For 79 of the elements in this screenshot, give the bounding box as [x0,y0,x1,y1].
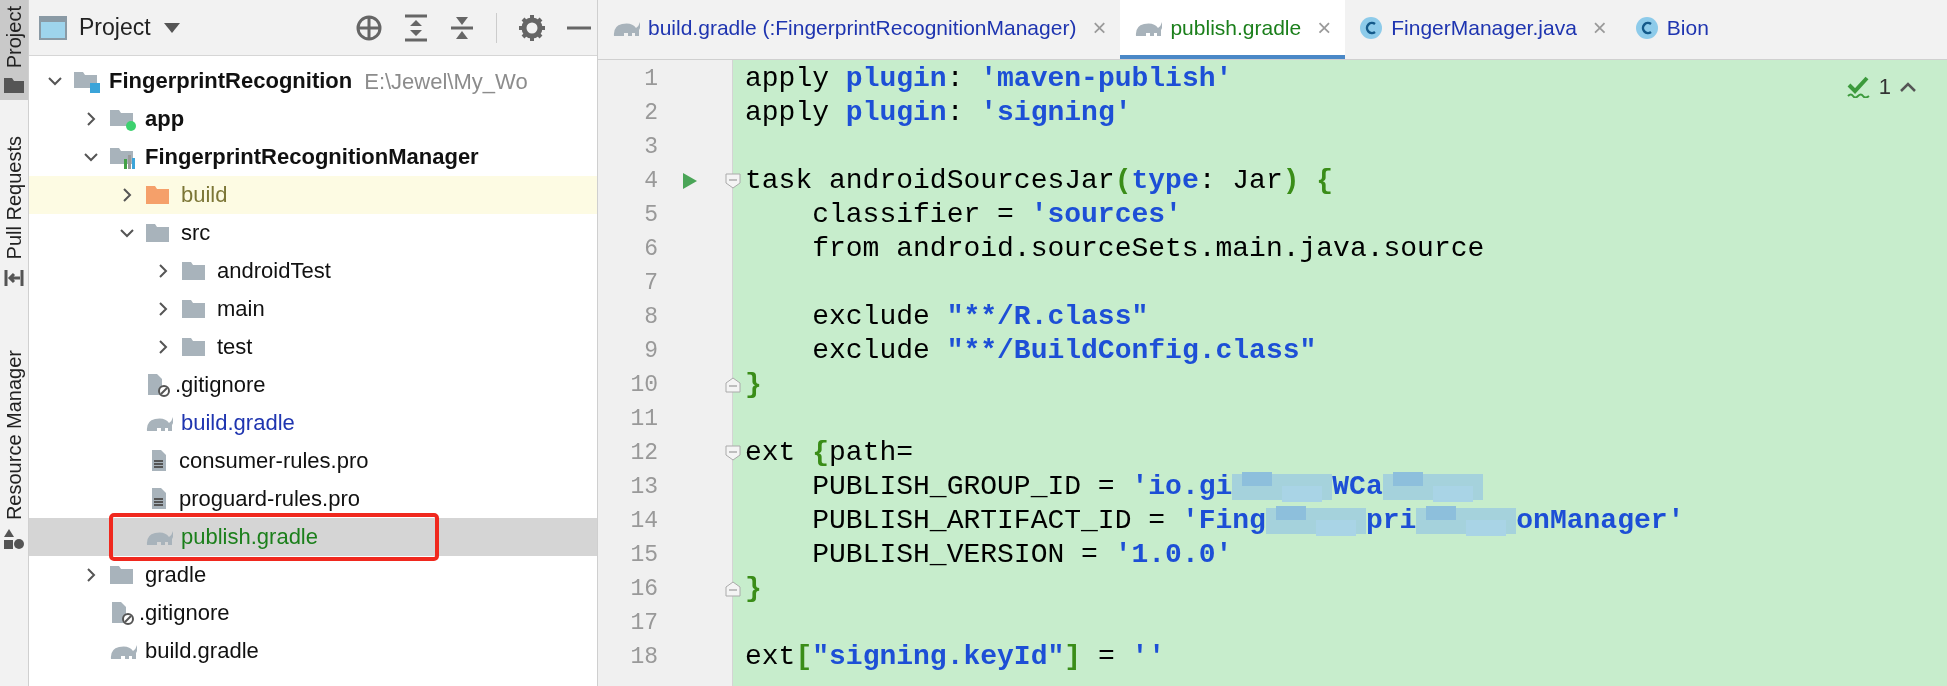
editor-tab[interactable]: publish.gradle × [1120,0,1346,59]
project-path: E:\Jewel\My_Wo [364,67,528,96]
tree-item[interactable]: FingerprintRecognition E:\Jewel\My_Wo [29,62,597,100]
line-number: 4 [643,166,658,196]
ignored-file-icon [111,601,135,625]
text-file-icon [151,487,167,511]
tree-item[interactable]: FingerprintRecognitionManager [29,138,597,176]
code-line: exclude "**/R.class" [811,300,1149,334]
line-number: 1 [643,64,658,94]
check-icon[interactable] [1846,75,1871,98]
line-number: 9 [643,336,658,366]
editor-tab[interactable]: FingerManager.java × [1345,0,1621,59]
shapes-icon [3,527,25,550]
fold-marker-icon[interactable] [725,581,741,597]
pull-request-icon [3,267,25,288]
line-number: 2 [643,98,658,128]
fold-marker-icon[interactable] [725,445,741,461]
line-number: 14 [629,506,658,536]
line-number: 13 [629,472,658,502]
line-number: 11 [629,404,658,434]
locate-icon[interactable] [356,14,382,41]
tree-item[interactable]: consumer-rules.pro [29,442,597,480]
line-number: 10 [629,370,658,400]
line-number: 12 [629,438,658,468]
tool-window-tab[interactable]: Project [0,0,28,101]
run-icon[interactable] [682,172,698,190]
code-line: PUBLISH_VERSION = '1.0.0' [811,538,1233,572]
code-line: apply plugin: 'maven-publish' [745,62,1233,96]
tree-item[interactable]: .gitignore [29,366,597,404]
inspection-count: 1 [1878,73,1891,101]
class-icon [1634,15,1659,40]
minimize-icon[interactable] [567,24,591,31]
code-line: } [745,572,762,606]
code-line: task androidSourcesJar(type: Jar) { [745,164,1334,198]
line-number: 16 [629,574,658,604]
line-number: 8 [643,302,658,332]
code-line: classifier = 'sources' [811,198,1182,232]
ignored-file-icon [147,373,171,397]
tree-item[interactable]: main [29,290,597,328]
dropdown-caret-icon[interactable] [162,21,181,34]
text-file-icon [151,449,167,473]
line-number: 18 [629,642,658,672]
line-number: 15 [629,540,658,570]
tree-item[interactable]: build.gradle [29,404,597,442]
editor-tab[interactable]: Bion [1620,0,1723,59]
settings-icon[interactable] [519,14,545,41]
tree-item[interactable]: app [29,100,597,138]
line-number: 5 [643,200,658,230]
code-line: from android.sourceSets.main.java.source [811,232,1485,266]
project-folder-icon [73,69,101,93]
code-line: ext["signing.keyId"] = '' [745,640,1166,674]
tree-item[interactable]: test [29,328,597,366]
code-line: } [745,368,762,402]
line-number: 17 [629,608,658,638]
line-number: 7 [643,268,658,298]
fold-marker-icon[interactable] [725,173,741,189]
tree-item[interactable]: proguard-rules.pro [29,480,597,518]
line-number: 3 [643,132,658,162]
up-caret-icon[interactable] [1899,80,1917,93]
panel-title: Project [79,13,151,43]
project-view-icon [39,15,67,40]
fold-marker-icon[interactable] [725,377,741,393]
code-line: apply plugin: 'signing' [745,96,1132,130]
tree-item[interactable]: build.gradle [29,632,597,670]
code-line: exclude "**/BuildConfig.class" [811,334,1317,368]
folder-icon [3,76,25,95]
tree-item[interactable]: gradle [29,556,597,594]
tool-window-tab[interactable]: Pull Requests [0,130,28,294]
tool-window-tab[interactable]: Resource Manager [0,343,28,556]
expand-all-icon[interactable] [404,13,428,42]
class-icon [1359,15,1384,40]
tree-item[interactable]: src [29,214,597,252]
line-number: 6 [643,234,658,264]
tree-item[interactable]: build [29,176,597,214]
module-folder-icon [109,145,137,169]
editor-tab[interactable]: build.gradle (:FingerprintRecognitionManager) × [598,0,1121,59]
tree-item[interactable]: .gitignore [29,594,597,632]
tree-item[interactable]: androidTest [29,252,597,290]
module-folder-icon [109,107,137,131]
